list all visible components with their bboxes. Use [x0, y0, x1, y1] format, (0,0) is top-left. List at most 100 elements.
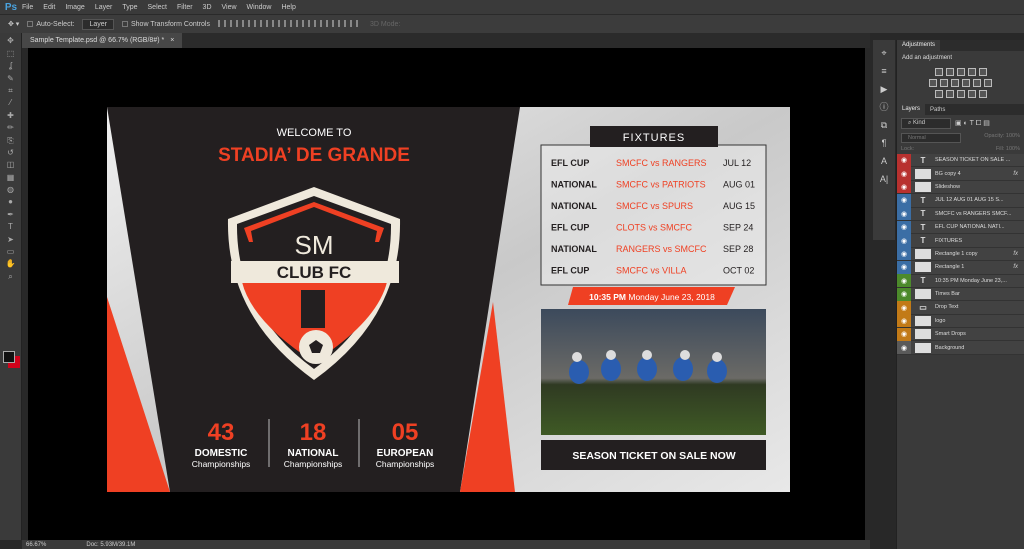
history-brush-tool-icon[interactable]: ↺ [5, 148, 17, 157]
layer-row[interactable]: ◉ ▭ Drop Text [897, 301, 1024, 315]
layer-name: Slideshow [935, 183, 961, 190]
eyedropper-tool-icon[interactable]: ⁄ [5, 98, 17, 107]
quick-select-tool-icon[interactable]: ✎ [5, 74, 17, 83]
layer-row[interactable]: ◉ Background [897, 341, 1024, 355]
text-layer-icon: T [920, 209, 926, 219]
visibility-eye-icon[interactable]: ◉ [897, 341, 911, 355]
layer-row[interactable]: ◉ T SEASON TICKET ON SALE ... [897, 153, 1024, 168]
align-icons[interactable] [217, 19, 362, 29]
layer-row[interactable]: ◉ T FIXTURES [897, 234, 1024, 248]
eraser-tool-icon[interactable]: ◫ [5, 160, 17, 169]
layer-filter-dropdown[interactable]: ⌕ Kind [901, 118, 951, 129]
fixture-match: CLOTS vs SMCFC [616, 223, 693, 233]
layer-row[interactable]: ◉ Rectangle 1 fx [897, 260, 1024, 275]
type-tool-icon[interactable]: T [5, 222, 17, 231]
properties-icon[interactable]: ≡ [879, 66, 889, 76]
visibility-eye-icon[interactable]: ◉ [897, 274, 911, 288]
fx-icon[interactable]: fx [1013, 264, 1018, 270]
auto-select-checkbox[interactable]: Auto-Select: [27, 21, 74, 28]
visibility-eye-icon[interactable]: ◉ [897, 234, 911, 248]
tab-paths[interactable]: Paths [925, 107, 950, 113]
brush-tool-icon[interactable]: ✏ [5, 123, 17, 132]
visibility-eye-icon[interactable]: ◉ [897, 247, 911, 261]
layer-row[interactable]: ◉ T JUL 12 AUG 01 AUG 15 S... [897, 193, 1024, 208]
visibility-eye-icon[interactable]: ◉ [897, 287, 911, 301]
healing-tool-icon[interactable]: ✚ [5, 111, 17, 120]
text-layer-icon: T [920, 155, 926, 165]
visibility-eye-icon[interactable]: ◉ [897, 207, 911, 221]
path-select-tool-icon[interactable]: ➤ [5, 235, 17, 244]
menu-help[interactable]: Help [281, 4, 295, 11]
blur-tool-icon[interactable]: ◍ [5, 185, 17, 194]
close-tab-icon[interactable]: × [170, 37, 174, 44]
auto-select-label: Auto-Select: [36, 20, 75, 28]
menu-filter[interactable]: Filter [177, 4, 193, 11]
layer-row[interactable]: ◉ T 10:35 PM Monday June 23,... [897, 274, 1024, 288]
visibility-eye-icon[interactable]: ◉ [897, 220, 911, 234]
character-icon[interactable]: A| [879, 174, 889, 184]
layer-row[interactable]: ◉ Slideshow [897, 180, 1024, 195]
info-icon[interactable]: ⓘ [879, 102, 889, 112]
visibility-eye-icon[interactable]: ◉ [897, 153, 911, 167]
visibility-eye-icon[interactable]: ◉ [897, 301, 911, 314]
layer-name: SMCFC vs RANGERS SMCF... [935, 210, 1012, 217]
menu-select[interactable]: Select [148, 4, 167, 11]
menu-type[interactable]: Type [122, 4, 137, 11]
move-tool-icon[interactable]: ✥ [5, 36, 17, 45]
marquee-tool-icon[interactable]: ⬚ [5, 49, 17, 58]
zoom-level[interactable]: 66.67% [26, 542, 46, 548]
time-date-text: 10:35 PM Monday June 23, 2018 [589, 292, 715, 302]
visibility-eye-icon[interactable]: ◉ [897, 260, 911, 274]
layer-row[interactable]: ◉ T EFL CUP NATIONAL NATI... [897, 220, 1024, 235]
blend-mode-dropdown[interactable]: Normal [901, 133, 961, 143]
welcome-text: WELCOME TO [277, 127, 352, 139]
pen-tool-icon[interactable]: ✒ [5, 210, 17, 219]
document-tab[interactable]: Sample Template.psd @ 66.7% (RGB/8#) * × [22, 33, 183, 48]
layer-row[interactable]: ◉ Smart Drops [897, 327, 1024, 342]
opacity-field[interactable]: 100% [1006, 133, 1020, 139]
clone-source-icon[interactable]: ⧉ [879, 120, 889, 130]
hand-tool-icon[interactable]: ✋ [5, 259, 17, 268]
color-swatches[interactable] [3, 351, 15, 363]
fx-icon[interactable]: fx [1013, 171, 1018, 177]
visibility-eye-icon[interactable]: ◉ [897, 327, 911, 341]
menu-view[interactable]: View [222, 4, 237, 11]
auto-select-dropdown[interactable]: Layer [82, 18, 114, 30]
menu-layer[interactable]: Layer [95, 4, 113, 11]
layer-row[interactable]: ◉ BG copy 4 fx [897, 167, 1024, 181]
menu-image[interactable]: Image [65, 4, 84, 11]
layer-row[interactable]: ◉ Times Bar [897, 287, 1024, 302]
filter-type-icons[interactable]: ▣ ◐ T ⧠ ▤ [955, 119, 990, 128]
lasso-tool-icon[interactable]: ʆ [5, 61, 17, 70]
move-tool-icon[interactable]: ✥ ▾ [8, 20, 19, 28]
visibility-eye-icon[interactable]: ◉ [897, 180, 911, 194]
layer-row[interactable]: ◉ T SMCFC vs RANGERS SMCF... [897, 207, 1024, 221]
tab-adjustments[interactable]: Adjustments [897, 40, 941, 51]
menu-file[interactable]: File [22, 4, 33, 11]
layer-row[interactable]: ◉ Rectangle 1 copy fx [897, 247, 1024, 262]
tab-layers[interactable]: Layers [897, 104, 926, 115]
paragraph-icon[interactable]: ¶ [879, 138, 889, 148]
clone-tool-icon[interactable]: ⎘ [5, 136, 17, 145]
play-icon[interactable]: ▶ [879, 84, 889, 94]
dodge-tool-icon[interactable]: ● [5, 197, 17, 206]
visibility-eye-icon[interactable]: ◉ [897, 193, 911, 207]
history-icon[interactable]: ⌖ [879, 48, 889, 58]
glyphs-icon[interactable]: A [879, 156, 889, 166]
crop-tool-icon[interactable]: ⌗ [5, 86, 17, 95]
fx-icon[interactable]: fx [1013, 251, 1018, 257]
opacity-label: Opacity: [984, 133, 1005, 139]
visibility-eye-icon[interactable]: ◉ [897, 314, 911, 328]
menu-edit[interactable]: Edit [43, 4, 55, 11]
layer-row[interactable]: ◉ logo [897, 314, 1024, 329]
gradient-tool-icon[interactable]: ▦ [5, 173, 17, 182]
menu-3d[interactable]: 3D [203, 4, 212, 11]
shape-tool-icon[interactable]: ▭ [5, 247, 17, 256]
layer-name: EFL CUP NATIONAL NATI... [935, 224, 1005, 231]
visibility-eye-icon[interactable]: ◉ [897, 167, 911, 181]
adjustment-icons[interactable] [897, 68, 1024, 98]
zoom-tool-icon[interactable]: ⌕ [5, 272, 17, 281]
menu-window[interactable]: Window [247, 4, 272, 11]
show-transform-checkbox[interactable]: Show Transform Controls [121, 21, 210, 28]
fill-field[interactable]: 100% [1006, 146, 1020, 152]
